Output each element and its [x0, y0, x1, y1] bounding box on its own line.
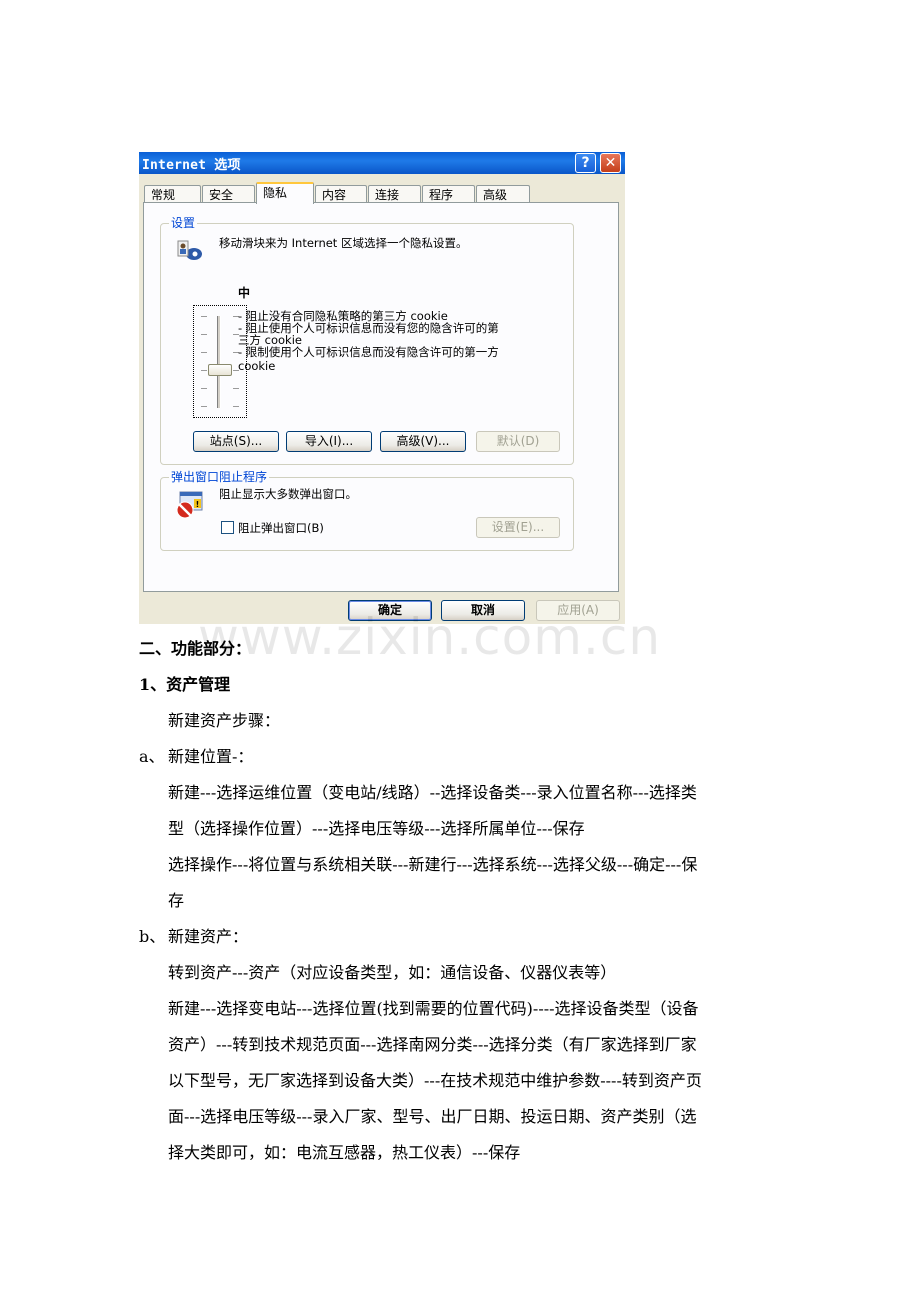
- step-a-line: 选择操作---将位置与系统相关联---新建行---选择系统---选择父级---确…: [168, 855, 698, 874]
- section-title: 二、功能部分：: [139, 639, 252, 658]
- popup-checkbox-label: 阻止弹出窗口(B): [238, 521, 324, 535]
- privacy-level-name: 中: [238, 286, 251, 300]
- settings-group-label: 设置: [169, 215, 198, 231]
- step-b-line: 择大类即可，如：电流互感器，热工仪表）---保存: [168, 1143, 521, 1162]
- internet-options-dialog: Internet 选项 ? ✕ 常规 安全 隐私 内容 连接 程序 高级 设置: [139, 152, 625, 624]
- popup-group-label: 弹出窗口阻止程序: [169, 469, 270, 485]
- dialog-title: Internet 选项: [142, 158, 241, 173]
- close-button[interactable]: ✕: [600, 153, 621, 173]
- help-button[interactable]: ?: [575, 153, 596, 173]
- privacy-tab-page: 设置 移动滑块来为 Internet 区域选择一个隐私设置。 中 - 阻止没有合…: [143, 202, 619, 592]
- step-b-line: 转到资产---资产（对应设备类型，如：通信设备、仪器仪表等）: [168, 963, 617, 982]
- settings-group: 设置 移动滑块来为 Internet 区域选择一个隐私设置。 中 - 阻止没有合…: [160, 215, 574, 465]
- intro-text: 新建资产步骤：: [168, 711, 281, 730]
- step-a-marker: a、: [139, 747, 165, 766]
- privacy-globe-icon: [175, 238, 203, 264]
- privacy-desc-line: cookie: [238, 359, 276, 373]
- privacy-instruction: 移动滑块来为 Internet 区域选择一个隐私设置。: [219, 236, 468, 250]
- default-button[interactable]: 默认(D): [476, 431, 560, 452]
- popup-settings-button[interactable]: 设置(E)...: [476, 517, 560, 538]
- subsection-title: 1、资产管理: [139, 675, 231, 694]
- sites-button[interactable]: 站点(S)...: [193, 431, 279, 452]
- dialog-title-bar: Internet 选项 ? ✕: [139, 152, 625, 174]
- step-b-line: 以下型号，无厂家选择到设备大类）---在技术规范中维护参数----转到资产页: [168, 1071, 702, 1090]
- watermark: www.zixin.com.cn: [198, 608, 662, 666]
- step-b-title: 新建资产：: [168, 927, 249, 946]
- step-b-line: 资产）---转到技术规范页面---选择南网分类---选择分类（有厂家选择到厂家: [168, 1035, 697, 1054]
- step-b-line: 新建---选择变电站---选择位置(找到需要的位置代码)----选择设备类型（设…: [168, 999, 699, 1018]
- step-a-line: 新建---选择运维位置（变电站/线路）--选择设备类---录入位置名称---选择…: [168, 783, 697, 802]
- step-b-line: 面---选择电压等级---录入厂家、型号、出厂日期、投运日期、资产类别（选: [168, 1107, 697, 1126]
- step-b-marker: b、: [139, 927, 166, 946]
- slider-ticks-left: [201, 316, 207, 408]
- popup-description: 阻止显示大多数弹出窗口。: [219, 487, 357, 501]
- step-a-line: 型（选择操作位置）---选择电压等级---选择所属单位---保存: [168, 819, 585, 838]
- popup-block-checkbox[interactable]: [221, 521, 234, 534]
- step-a-line: 存: [168, 891, 185, 910]
- slider-track: [217, 316, 221, 408]
- tab-privacy[interactable]: 隐私: [256, 182, 314, 204]
- svg-text:!: !: [196, 500, 200, 509]
- popup-blocker-group: 弹出窗口阻止程序 ! 阻止显示大多数弹出窗口。 阻止弹出窗口(B) 设置(E).…: [160, 469, 574, 551]
- popup-blocker-icon: !: [174, 490, 206, 520]
- slider-thumb[interactable]: [208, 364, 232, 376]
- import-button[interactable]: 导入(I)...: [286, 431, 372, 452]
- privacy-desc-line: - 限制使用个人可标识信息而没有隐含许可的第一方: [238, 345, 499, 359]
- step-a-title: 新建位置-：: [168, 747, 254, 766]
- advanced-button[interactable]: 高级(V)...: [380, 431, 466, 452]
